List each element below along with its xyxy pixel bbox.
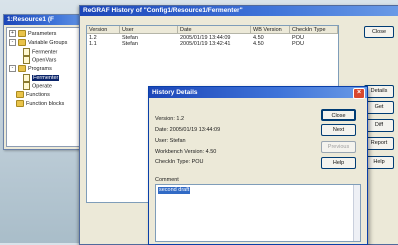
tree-item-function-blocks[interactable]: Function blocks [16,100,64,108]
folder-icon [16,91,24,99]
date-text: Date: 2005/01/19 13:44:09 [155,127,221,133]
folder-icon [18,65,26,73]
program-icon [23,74,30,82]
close-button[interactable]: Close [364,26,394,38]
next-button[interactable]: Next [321,124,356,136]
previous-button[interactable]: Previous [321,141,356,153]
get-button[interactable]: Get [364,101,394,114]
cell-user: Stefan [122,41,138,47]
dialog-title: History Details [149,87,367,98]
cell-version: 1.1 [89,41,97,47]
cell-checkin-type: POU [292,41,304,47]
column-header-user[interactable]: User [120,26,178,34]
workbench-version-text: Workbench Version: 4.50 [155,149,217,155]
column-header-date[interactable]: Date [178,26,251,34]
collapse-icon[interactable]: - [9,65,16,73]
column-header-checkin-type[interactable]: CheckIn Type [290,26,338,34]
tree-item-programs[interactable]: - Programs [9,65,52,73]
folder-icon [16,100,24,108]
variable-group-icon [23,56,30,64]
cell-wb-version: 4.50 [253,41,264,47]
variable-group-icon [23,48,30,56]
column-header-wb-version[interactable]: WB Version [251,26,290,34]
report-button[interactable]: Report [364,137,394,150]
tree-window-title: 1:Resource1 (F [4,15,90,25]
history-window-title: ReGRAF History of "Config1/Resource1/Fer… [80,6,398,16]
project-tree-window: 1:Resource1 (F + Parameters - Variable Gro… [3,14,91,150]
tree-item-program-fermenter[interactable]: Fermenter [23,74,60,82]
version-text: Version: 1.2 [155,116,185,122]
expand-icon[interactable]: + [9,30,16,38]
checkin-type-text: CheckIn Type: POU [155,159,204,165]
user-text: User: Stefan [155,138,186,144]
folder-icon [18,30,26,38]
tree-item-functions[interactable]: Functions [16,91,50,99]
comment-text: second draft [158,187,191,194]
history-details-dialog: History Details × Version: 1.2 Date: 200… [148,86,368,245]
tree-item-parameters[interactable]: + Parameters [9,30,56,38]
tree-item-openvars[interactable]: OpenVars [23,56,56,64]
tree-item-vargroup-fermenter[interactable]: Fermenter [23,48,57,56]
dialog-close-button[interactable]: Close [321,109,356,121]
comment-textarea[interactable]: second draft [155,184,361,242]
diff-button[interactable]: Diff [364,119,394,132]
program-icon [23,82,30,90]
folder-icon [18,39,26,47]
comment-label: Comment [155,177,179,183]
close-icon[interactable]: × [353,88,365,99]
collapse-icon[interactable]: - [9,39,16,47]
cell-date: 2005/01/19 13:42:41 [180,41,231,47]
help-button[interactable]: Help [364,156,394,169]
details-button[interactable]: Details [364,85,394,98]
comment-scrollbar[interactable] [353,185,360,241]
dialog-help-button[interactable]: Help [321,157,356,169]
column-header-version[interactable]: Version [87,26,120,34]
project-tree: + Parameters - Variable Groups Fermenter O… [6,27,88,147]
tree-item-variable-groups[interactable]: - Variable Groups [9,39,67,47]
tree-item-operate[interactable]: Operate [23,82,52,90]
